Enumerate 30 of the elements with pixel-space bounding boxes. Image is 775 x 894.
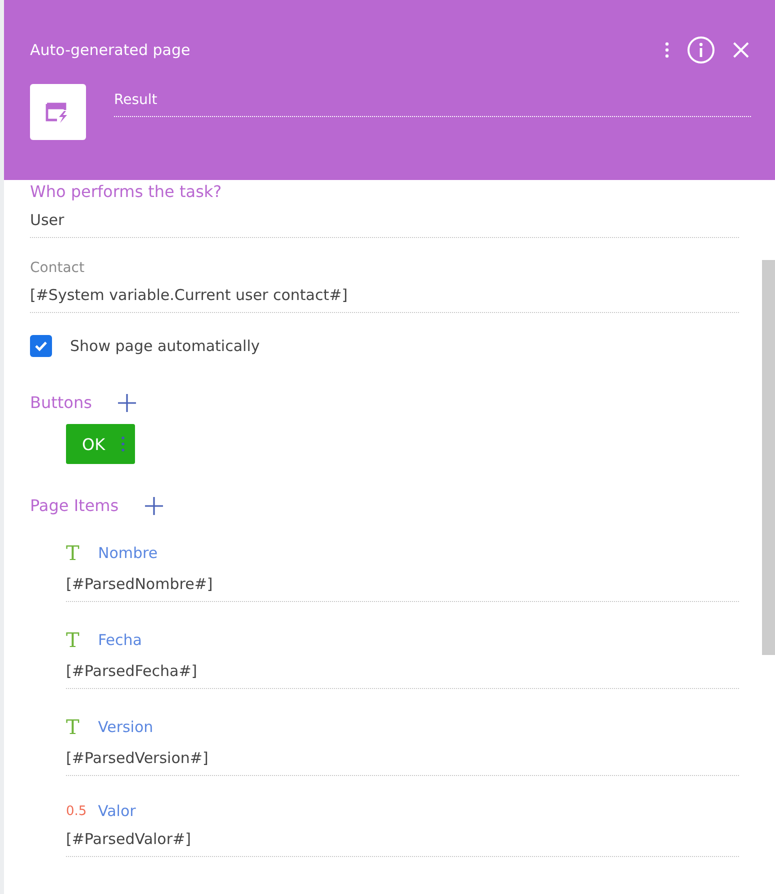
page-title: Auto-generated page <box>30 41 190 59</box>
item-value-field[interactable]: [#ParsedNombre#] <box>66 565 739 602</box>
item-label[interactable]: Nombre <box>98 544 158 562</box>
add-icon[interactable] <box>118 394 136 412</box>
contact-label: Contact <box>30 260 86 276</box>
more-icon[interactable] <box>665 42 669 58</box>
page-items-label: Page Items <box>30 496 119 515</box>
item-label[interactable]: Valor <box>98 802 136 820</box>
item-value-field[interactable]: [#ParsedValor#] <box>66 820 739 857</box>
close-icon[interactable] <box>733 42 749 58</box>
item-label[interactable]: Fecha <box>98 631 142 649</box>
item-value-field[interactable]: [#ParsedVersion#] <box>66 739 739 776</box>
text-type-icon: T <box>66 628 86 652</box>
more-icon <box>121 436 126 452</box>
scrollbar[interactable] <box>762 260 775 655</box>
contact-field[interactable]: [#System variable.Current user contact#] <box>30 276 739 313</box>
buttons-label: Buttons <box>30 393 92 412</box>
performer-field[interactable]: User <box>30 201 739 238</box>
performer-label: Who performs the task? <box>30 182 223 201</box>
add-icon[interactable] <box>144 496 163 514</box>
info-icon[interactable] <box>687 36 715 64</box>
checkbox[interactable] <box>30 335 52 357</box>
number-type-icon: 0.5 <box>66 804 86 818</box>
checkbox-label: Show page automatically <box>70 337 260 355</box>
item-label[interactable]: Version <box>98 718 154 736</box>
check-icon <box>34 340 48 352</box>
name-field[interactable]: Result <box>114 92 751 117</box>
item-value-field[interactable]: [#ParsedFecha#] <box>66 652 739 689</box>
text-type-icon: T <box>66 715 86 739</box>
text-type-icon: T <box>66 541 86 565</box>
